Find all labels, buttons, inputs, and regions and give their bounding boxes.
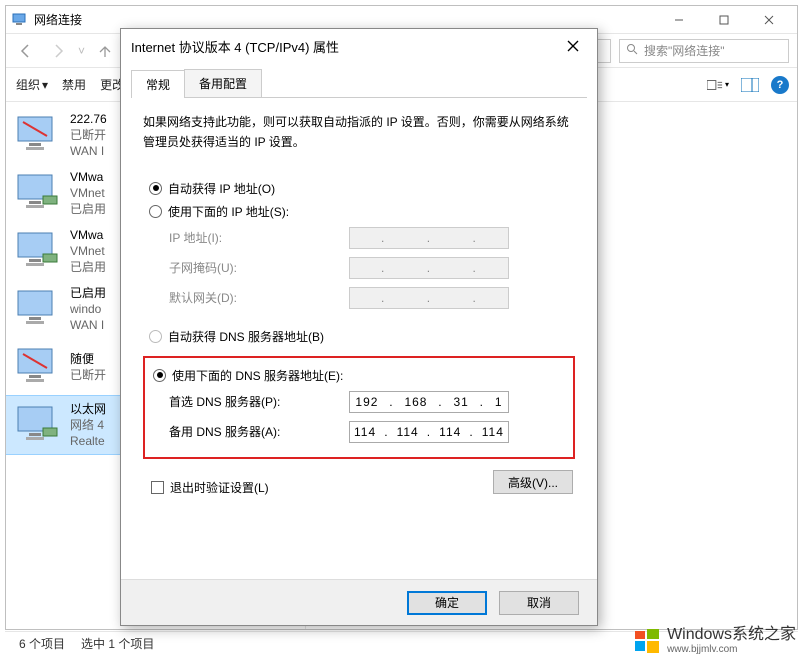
minimize-button[interactable] [656, 6, 701, 34]
back-button[interactable] [14, 39, 38, 63]
monitor-icon [14, 227, 62, 275]
tab-bar: 常规 备用配置 [131, 69, 587, 98]
radio-icon [149, 330, 162, 343]
cancel-button[interactable]: 取消 [499, 591, 579, 615]
dialog-title: Internet 协议版本 4 (TCP/IPv4) 属性 [131, 37, 559, 56]
monitor-icon [14, 111, 62, 159]
gateway-label: 默认网关(D): [169, 289, 339, 306]
radio-icon [149, 205, 162, 218]
organize-menu[interactable]: 组织 ▾ [16, 76, 48, 93]
chevron-down-icon: ▾ [42, 78, 48, 92]
preview-pane-button[interactable] [739, 74, 761, 96]
item-count: 6 个项目 [19, 635, 65, 652]
chevron-down-icon: ▾ [725, 80, 729, 89]
radio-dns-auto[interactable]: 自动获得 DNS 服务器地址(B) [149, 325, 575, 348]
help-button[interactable]: ? [771, 76, 789, 94]
monitor-icon [14, 285, 62, 333]
dialog-footer: 确定 取消 [121, 579, 597, 625]
radio-ip-manual[interactable]: 使用下面的 IP 地址(S): [149, 200, 575, 223]
preferred-dns-label: 首选 DNS 服务器(P): [169, 393, 339, 410]
subnet-mask-input: ... [349, 257, 509, 279]
app-icon [12, 12, 28, 28]
checkbox-icon [151, 481, 164, 494]
advanced-button[interactable]: 高级(V)... [493, 470, 573, 494]
dialog-titlebar: Internet 协议版本 4 (TCP/IPv4) 属性 [121, 29, 597, 63]
tab-alternate[interactable]: 备用配置 [184, 69, 262, 97]
watermark: Windows系统之家 www.bjjmlv.com [633, 626, 796, 655]
preferred-dns-input[interactable]: 192. 168. 31. 1 [349, 391, 509, 413]
maximize-button[interactable] [701, 6, 746, 34]
monitor-icon [14, 401, 62, 449]
dialog-close-button[interactable] [559, 32, 587, 60]
up-button[interactable] [93, 39, 117, 63]
disable-button[interactable]: 禁用 [62, 76, 86, 93]
alternate-dns-label: 备用 DNS 服务器(A): [169, 423, 339, 440]
dns-manual-group: 使用下面的 DNS 服务器地址(E): 首选 DNS 服务器(P): 192. … [143, 356, 575, 459]
ok-button[interactable]: 确定 [407, 591, 487, 615]
chevron-down-icon: ˅ [78, 44, 85, 58]
alternate-dns-input[interactable]: 114. 114. 114. 114 [349, 421, 509, 443]
radio-icon [153, 369, 166, 382]
radio-icon [149, 182, 162, 195]
view-options-button[interactable]: ▾ [707, 74, 729, 96]
watermark-url: www.bjjmlv.com [667, 644, 796, 655]
close-button[interactable] [746, 6, 791, 34]
watermark-name: Windows系统之家 [667, 626, 796, 644]
ipv4-properties-dialog: Internet 协议版本 4 (TCP/IPv4) 属性 常规 备用配置 如果… [120, 28, 598, 626]
forward-button[interactable] [46, 39, 70, 63]
radio-ip-auto[interactable]: 自动获得 IP 地址(O) [149, 177, 575, 200]
window-title: 网络连接 [34, 11, 656, 28]
windows-logo-icon [633, 627, 661, 655]
subnet-mask-label: 子网掩码(U): [169, 259, 339, 276]
tab-general[interactable]: 常规 [131, 70, 185, 98]
monitor-icon [14, 343, 62, 391]
selected-count: 选中 1 个项目 [81, 635, 154, 652]
validate-checkbox[interactable]: 退出时验证设置(L) [145, 469, 269, 496]
search-icon [626, 43, 638, 58]
ip-address-label: IP 地址(I): [169, 229, 339, 246]
hint-text: 如果网络支持此功能，则可以获取自动指派的 IP 设置。否则，你需要从网络系统管理… [143, 112, 575, 153]
ip-address-input: ... [349, 227, 509, 249]
radio-dns-manual[interactable]: 使用下面的 DNS 服务器地址(E): [149, 364, 569, 387]
monitor-icon [14, 169, 62, 217]
search-input[interactable]: 搜索"网络连接" [619, 39, 789, 63]
gateway-input: ... [349, 287, 509, 309]
search-placeholder: 搜索"网络连接" [644, 42, 725, 59]
